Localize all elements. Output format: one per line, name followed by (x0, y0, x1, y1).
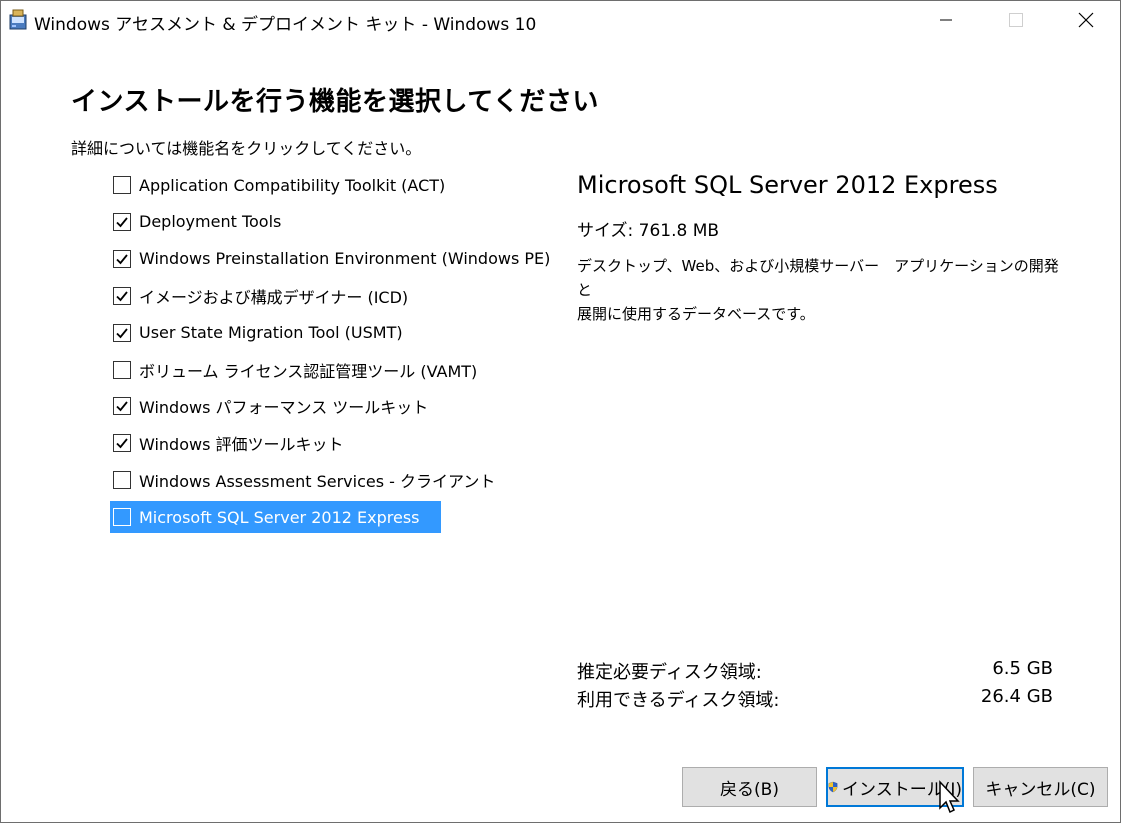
feature-label: Windows 評価ツールキット (139, 435, 344, 455)
installer-package-icon (9, 9, 27, 30)
checkmark-icon (116, 438, 128, 449)
feature-label: ボリューム ライセンス認証管理ツール (VAMT) (139, 361, 478, 381)
feature-description-line: 展開に使用するデータベースです。 (577, 305, 815, 323)
feature-description-line: デスクトップ、Web、および小規模サーバー アプリケーションの開発と (577, 257, 1059, 299)
feature-item[interactable]: Application Compatibility Toolkit (ACT) (110, 169, 467, 201)
checkmark-icon (116, 401, 128, 412)
feature-size-label: サイズ: (577, 221, 634, 241)
mouse-cursor-icon (939, 780, 960, 814)
available-disk-space-row: 利用できるディスク領域: 26.4 GB (577, 686, 1053, 712)
feature-item[interactable]: Windows パフォーマンス ツールキット (110, 390, 450, 422)
cancel-button-label: キャンセル(C) (985, 779, 1096, 800)
feature-checkbox[interactable] (113, 249, 131, 268)
feature-checkbox[interactable] (113, 508, 131, 527)
page-subtitle: 詳細については機能名をクリックしてください。 (71, 139, 422, 158)
checkmark-icon (116, 291, 128, 302)
feature-checkbox[interactable] (113, 176, 131, 194)
required-disk-space-value: 6.5 GB (992, 658, 1053, 679)
window-title: Windows アセスメント & デプロイメント キット - Windows 1… (34, 15, 537, 35)
feature-label: Windows パフォーマンス ツールキット (139, 398, 429, 418)
feature-item[interactable]: Windows 評価ツールキット (110, 427, 366, 459)
feature-checkbox[interactable] (113, 434, 131, 453)
minimize-button[interactable] (911, 1, 981, 39)
back-button[interactable]: 戻る(B) (682, 767, 817, 807)
feature-description: デスクトップ、Web、および小規模サーバー アプリケーションの開発と 展開に使用… (577, 254, 1067, 326)
feature-item[interactable]: Windows Preinstallation Environment (Win… (110, 243, 572, 275)
close-button[interactable] (1051, 1, 1121, 39)
setup-window: Windows アセスメント & デプロイメント キット - Windows 1… (0, 0, 1121, 823)
back-button-label: 戻る(B) (720, 779, 779, 800)
feature-label: Deployment Tools (139, 212, 282, 232)
feature-item[interactable]: ボリューム ライセンス認証管理ツール (VAMT) (110, 354, 499, 386)
maximize-button[interactable] (981, 1, 1051, 39)
feature-checkbox[interactable] (113, 286, 131, 305)
feature-size: サイズ: 761.8 MB (577, 216, 719, 241)
feature-checkbox[interactable] (113, 397, 131, 416)
checkmark-icon (116, 217, 128, 228)
maximize-icon (1009, 13, 1023, 27)
feature-checkbox[interactable] (113, 212, 131, 231)
required-disk-space-label: 推定必要ディスク領域: (577, 662, 762, 683)
feature-size-value: 761.8 MB (638, 221, 720, 241)
checkmark-icon (116, 254, 128, 265)
feature-item[interactable]: イメージおよび構成デザイナー (ICD) (110, 280, 430, 312)
minimize-icon (940, 19, 952, 21)
cancel-button[interactable]: キャンセル(C) (973, 767, 1108, 807)
feature-label: Microsoft SQL Server 2012 Express (139, 507, 420, 527)
close-icon (1078, 12, 1094, 28)
feature-label: Windows Assessment Services - クライアント (139, 472, 496, 492)
feature-item[interactable]: Microsoft SQL Server 2012 Express (110, 501, 442, 534)
feature-item[interactable]: Deployment Tools (110, 206, 303, 238)
feature-label: User State Migration Tool (USMT) (139, 323, 403, 343)
title-bar: Windows アセスメント & デプロイメント キット - Windows 1… (1, 1, 1120, 39)
required-disk-space-row: 推定必要ディスク領域: 6.5 GB (577, 658, 1053, 684)
feature-detail-title: Microsoft SQL Server 2012 Express (577, 171, 998, 199)
checkmark-icon (116, 328, 128, 338)
feature-checkbox[interactable] (113, 471, 131, 490)
available-disk-space-value: 26.4 GB (980, 686, 1053, 707)
feature-label: Application Compatibility Toolkit (ACT) (139, 175, 446, 195)
uac-shield-icon (828, 781, 838, 793)
feature-checkbox[interactable] (113, 360, 131, 379)
feature-checkbox[interactable] (113, 323, 131, 342)
feature-item[interactable]: User State Migration Tool (USMT) (110, 317, 425, 349)
feature-label: イメージおよび構成デザイナー (ICD) (139, 287, 409, 307)
page-title: インストールを行う機能を選択してください (71, 87, 599, 117)
feature-label: Windows Preinstallation Environment (Win… (139, 249, 551, 269)
available-disk-space-label: 利用できるディスク領域: (577, 690, 780, 711)
feature-item[interactable]: Windows Assessment Services - クライアント (110, 464, 517, 496)
